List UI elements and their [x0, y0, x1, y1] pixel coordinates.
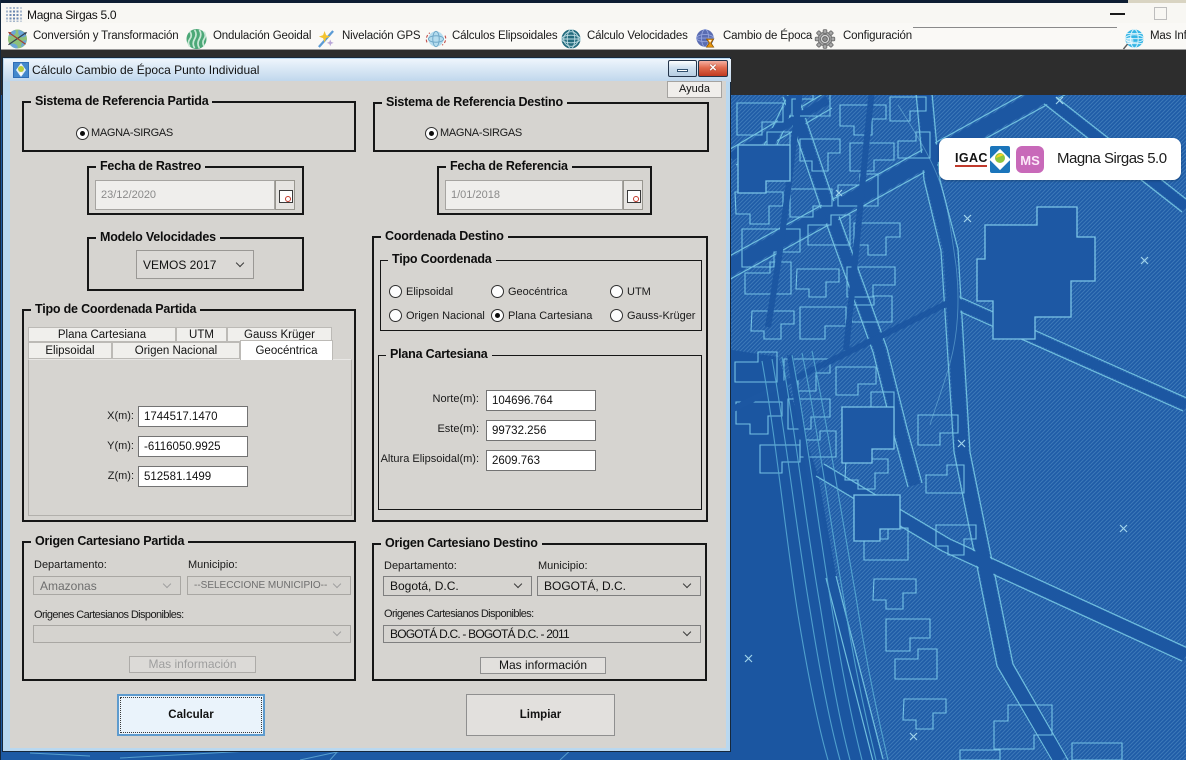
svg-text:MS: MS	[1020, 153, 1040, 168]
